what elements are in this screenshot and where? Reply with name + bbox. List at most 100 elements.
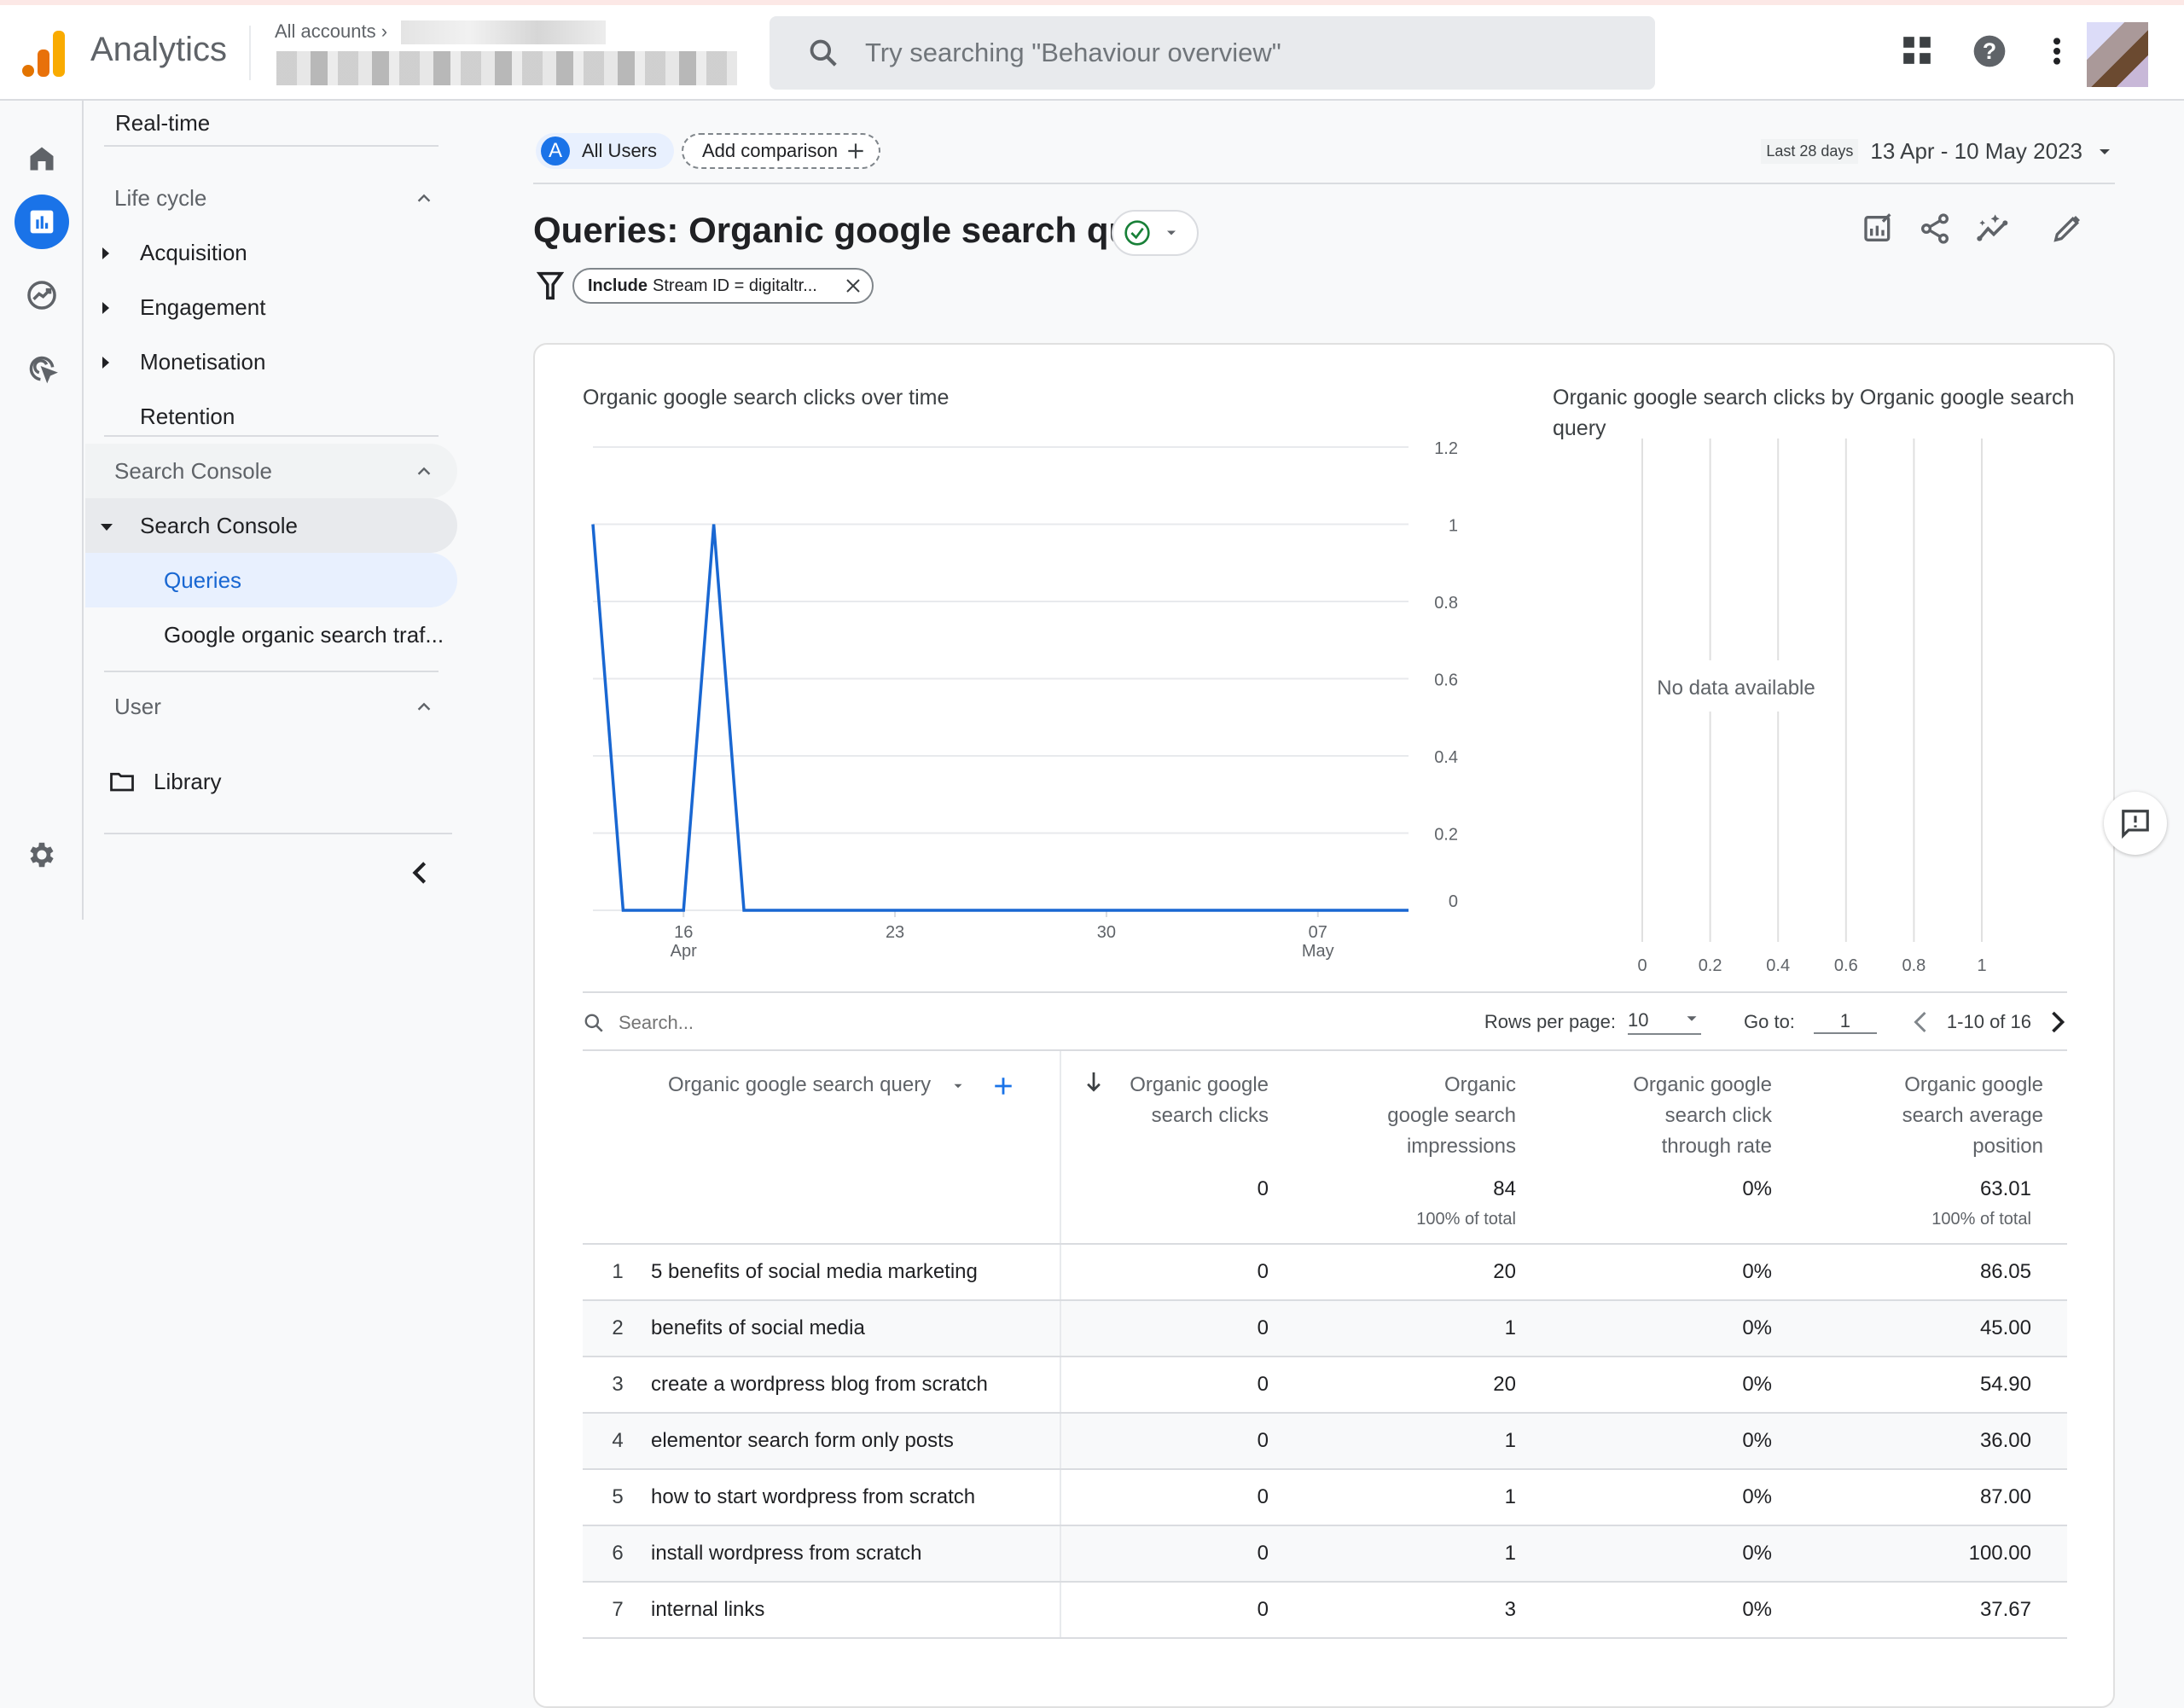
settings-gear-icon[interactable] xyxy=(15,828,69,882)
reports-icon[interactable] xyxy=(15,195,69,249)
data-point[interactable] xyxy=(1343,905,1353,915)
table-row[interactable]: 3 create a wordpress blog from scratch 0 20… xyxy=(583,1357,2067,1414)
data-point[interactable] xyxy=(1282,905,1292,915)
query-text[interactable]: how to start wordpress from scratch xyxy=(651,1482,975,1513)
data-point[interactable] xyxy=(1131,905,1141,915)
data-point[interactable] xyxy=(829,905,839,915)
prev-page-chevron-icon[interactable] xyxy=(1911,1009,1930,1035)
rows-per-page-select[interactable]: 10 xyxy=(1628,1009,1701,1035)
data-point[interactable] xyxy=(1162,905,1172,915)
query-cell[interactable]: 3 create a wordpress blog from scratch xyxy=(583,1357,1061,1414)
query-text[interactable]: elementor search form only posts xyxy=(651,1426,954,1456)
data-point[interactable] xyxy=(588,520,598,530)
segment-chip-all-users[interactable]: A All Users xyxy=(536,133,675,169)
query-text[interactable]: 5 benefits of social media marketing xyxy=(651,1257,978,1287)
query-cell[interactable]: 4 elementor search form only posts xyxy=(583,1413,1061,1470)
data-point[interactable] xyxy=(709,520,719,530)
sidebar-section-search-console[interactable]: Search Console xyxy=(85,444,457,498)
help-icon[interactable]: ? xyxy=(1972,34,2007,73)
query-cell[interactable]: 7 internal links xyxy=(583,1582,1061,1639)
goto-page-input[interactable]: 1 xyxy=(1813,1010,1877,1034)
sidebar-item-search-console[interactable]: Search Console xyxy=(85,498,457,553)
column-header-clicks[interactable]: Organic google search clicks xyxy=(1060,1051,1282,1162)
add-comparison-button[interactable]: Add comparison xyxy=(682,133,880,169)
table-search-input[interactable] xyxy=(619,1012,874,1034)
global-search[interactable] xyxy=(770,16,1655,90)
sidebar-item-google-organic-search-traffic[interactable]: Google organic search traf... xyxy=(85,607,457,662)
breadcrumb[interactable]: All accounts › xyxy=(275,20,387,43)
edit-pencil-icon[interactable] xyxy=(2050,212,2084,246)
close-icon[interactable] xyxy=(843,276,863,296)
more-vert-icon[interactable] xyxy=(2044,34,2070,73)
advertising-icon[interactable] xyxy=(15,341,69,396)
table-row[interactable]: 4 elementor search form only posts 0 1 0% 36.… xyxy=(583,1413,2067,1470)
column-header-impressions[interactable]: Organic google search impressions xyxy=(1282,1051,1530,1162)
table-row[interactable]: 2 benefits of social media 0 1 0% 45.00 xyxy=(583,1300,2067,1357)
column-header-avg-position[interactable]: Organic google search average position xyxy=(1786,1051,2067,1162)
data-point[interactable] xyxy=(920,905,930,915)
apps-grid-icon[interactable] xyxy=(1901,34,1933,71)
sidebar-item-acquisition[interactable]: Acquisition xyxy=(85,225,457,280)
data-point[interactable] xyxy=(618,905,628,915)
table-row[interactable]: 7 internal links 0 3 0% 37.67 xyxy=(583,1582,2067,1639)
next-page-chevron-icon[interactable] xyxy=(2048,1009,2067,1035)
explore-icon[interactable] xyxy=(15,268,69,322)
line-chart[interactable]: 0 0.2 0.4 0.6 0.8 1 1.2 16Apr 23 30 07May xyxy=(535,430,1465,993)
report-status-dropdown[interactable] xyxy=(1112,210,1199,256)
data-point[interactable] xyxy=(739,905,749,915)
query-text[interactable]: internal links xyxy=(651,1595,764,1625)
sidebar-item-queries[interactable]: Queries xyxy=(85,553,457,607)
query-text[interactable]: install wordpress from scratch xyxy=(651,1538,921,1569)
breadcrumb-all-accounts[interactable]: All accounts xyxy=(275,20,376,42)
data-point[interactable] xyxy=(1252,905,1263,915)
data-point[interactable] xyxy=(799,905,810,915)
bar-chart[interactable]: 0 0.2 0.4 0.6 0.8 1 No data available xyxy=(1465,430,2113,993)
global-search-input[interactable] xyxy=(865,32,1616,74)
table-row[interactable]: 6 install wordpress from scratch 0 1 0% 100.0… xyxy=(583,1525,2067,1583)
home-icon[interactable] xyxy=(15,131,69,186)
data-point[interactable] xyxy=(1072,905,1082,915)
stream-filter-chip[interactable]: Include Stream ID = digitaltr... xyxy=(572,268,874,304)
feedback-button[interactable] xyxy=(2104,792,2167,855)
sidebar-item-monetisation[interactable]: Monetisation xyxy=(85,334,457,389)
data-point[interactable] xyxy=(950,905,961,915)
query-cell[interactable]: 2 benefits of social media xyxy=(583,1300,1061,1357)
data-point[interactable] xyxy=(860,905,870,915)
insights-icon[interactable] xyxy=(1975,212,2013,246)
customize-report-icon[interactable] xyxy=(1862,212,1896,246)
series-line-clicks[interactable] xyxy=(591,524,1409,912)
data-point[interactable] xyxy=(1011,905,1021,915)
data-point[interactable] xyxy=(1374,905,1384,915)
data-point[interactable] xyxy=(769,905,779,915)
analytics-logo-icon[interactable] xyxy=(22,31,65,77)
data-point[interactable] xyxy=(1403,905,1414,915)
user-avatar[interactable] xyxy=(2087,22,2148,87)
data-point[interactable] xyxy=(1041,905,1051,915)
collapse-sidebar-chevron-icon[interactable] xyxy=(410,860,430,886)
data-point[interactable] xyxy=(678,905,688,915)
sidebar-item-realtime[interactable]: Real-time xyxy=(85,99,457,147)
date-range-picker[interactable]: Last 28 days 13 Apr - 10 May 2023 xyxy=(1761,138,2115,165)
dropdown-arrow-icon[interactable] xyxy=(950,1078,966,1094)
dimension-header[interactable]: Organic google search query xyxy=(583,1051,1061,1162)
column-header-ctr[interactable]: Organic google search click through rate xyxy=(1530,1051,1786,1162)
sidebar-item-engagement[interactable]: Engagement xyxy=(85,280,457,334)
data-point[interactable] xyxy=(1192,905,1202,915)
data-point[interactable] xyxy=(980,905,990,915)
query-text[interactable]: create a wordpress blog from scratch xyxy=(651,1369,988,1400)
account-name-redacted[interactable] xyxy=(401,20,606,44)
share-icon[interactable] xyxy=(1918,212,1952,246)
query-cell[interactable]: 6 install wordpress from scratch xyxy=(583,1525,1061,1583)
query-cell[interactable]: 1 5 benefits of social media marketing xyxy=(583,1244,1061,1301)
add-dimension-plus-icon[interactable] xyxy=(992,1075,1014,1097)
table-row[interactable]: 5 how to start wordpress from scratch 0 1 0%… xyxy=(583,1469,2067,1526)
query-text[interactable]: benefits of social media xyxy=(651,1313,865,1344)
data-point[interactable] xyxy=(890,905,900,915)
table-search[interactable] xyxy=(583,1012,874,1034)
query-cell[interactable]: 5 how to start wordpress from scratch xyxy=(583,1469,1061,1526)
property-name-redacted[interactable] xyxy=(276,51,737,85)
sidebar-section-user[interactable]: User xyxy=(85,679,457,734)
sidebar-item-library[interactable]: Library xyxy=(85,754,457,809)
data-point[interactable] xyxy=(1101,905,1112,915)
sidebar-section-lifecycle[interactable]: Life cycle xyxy=(85,171,457,225)
